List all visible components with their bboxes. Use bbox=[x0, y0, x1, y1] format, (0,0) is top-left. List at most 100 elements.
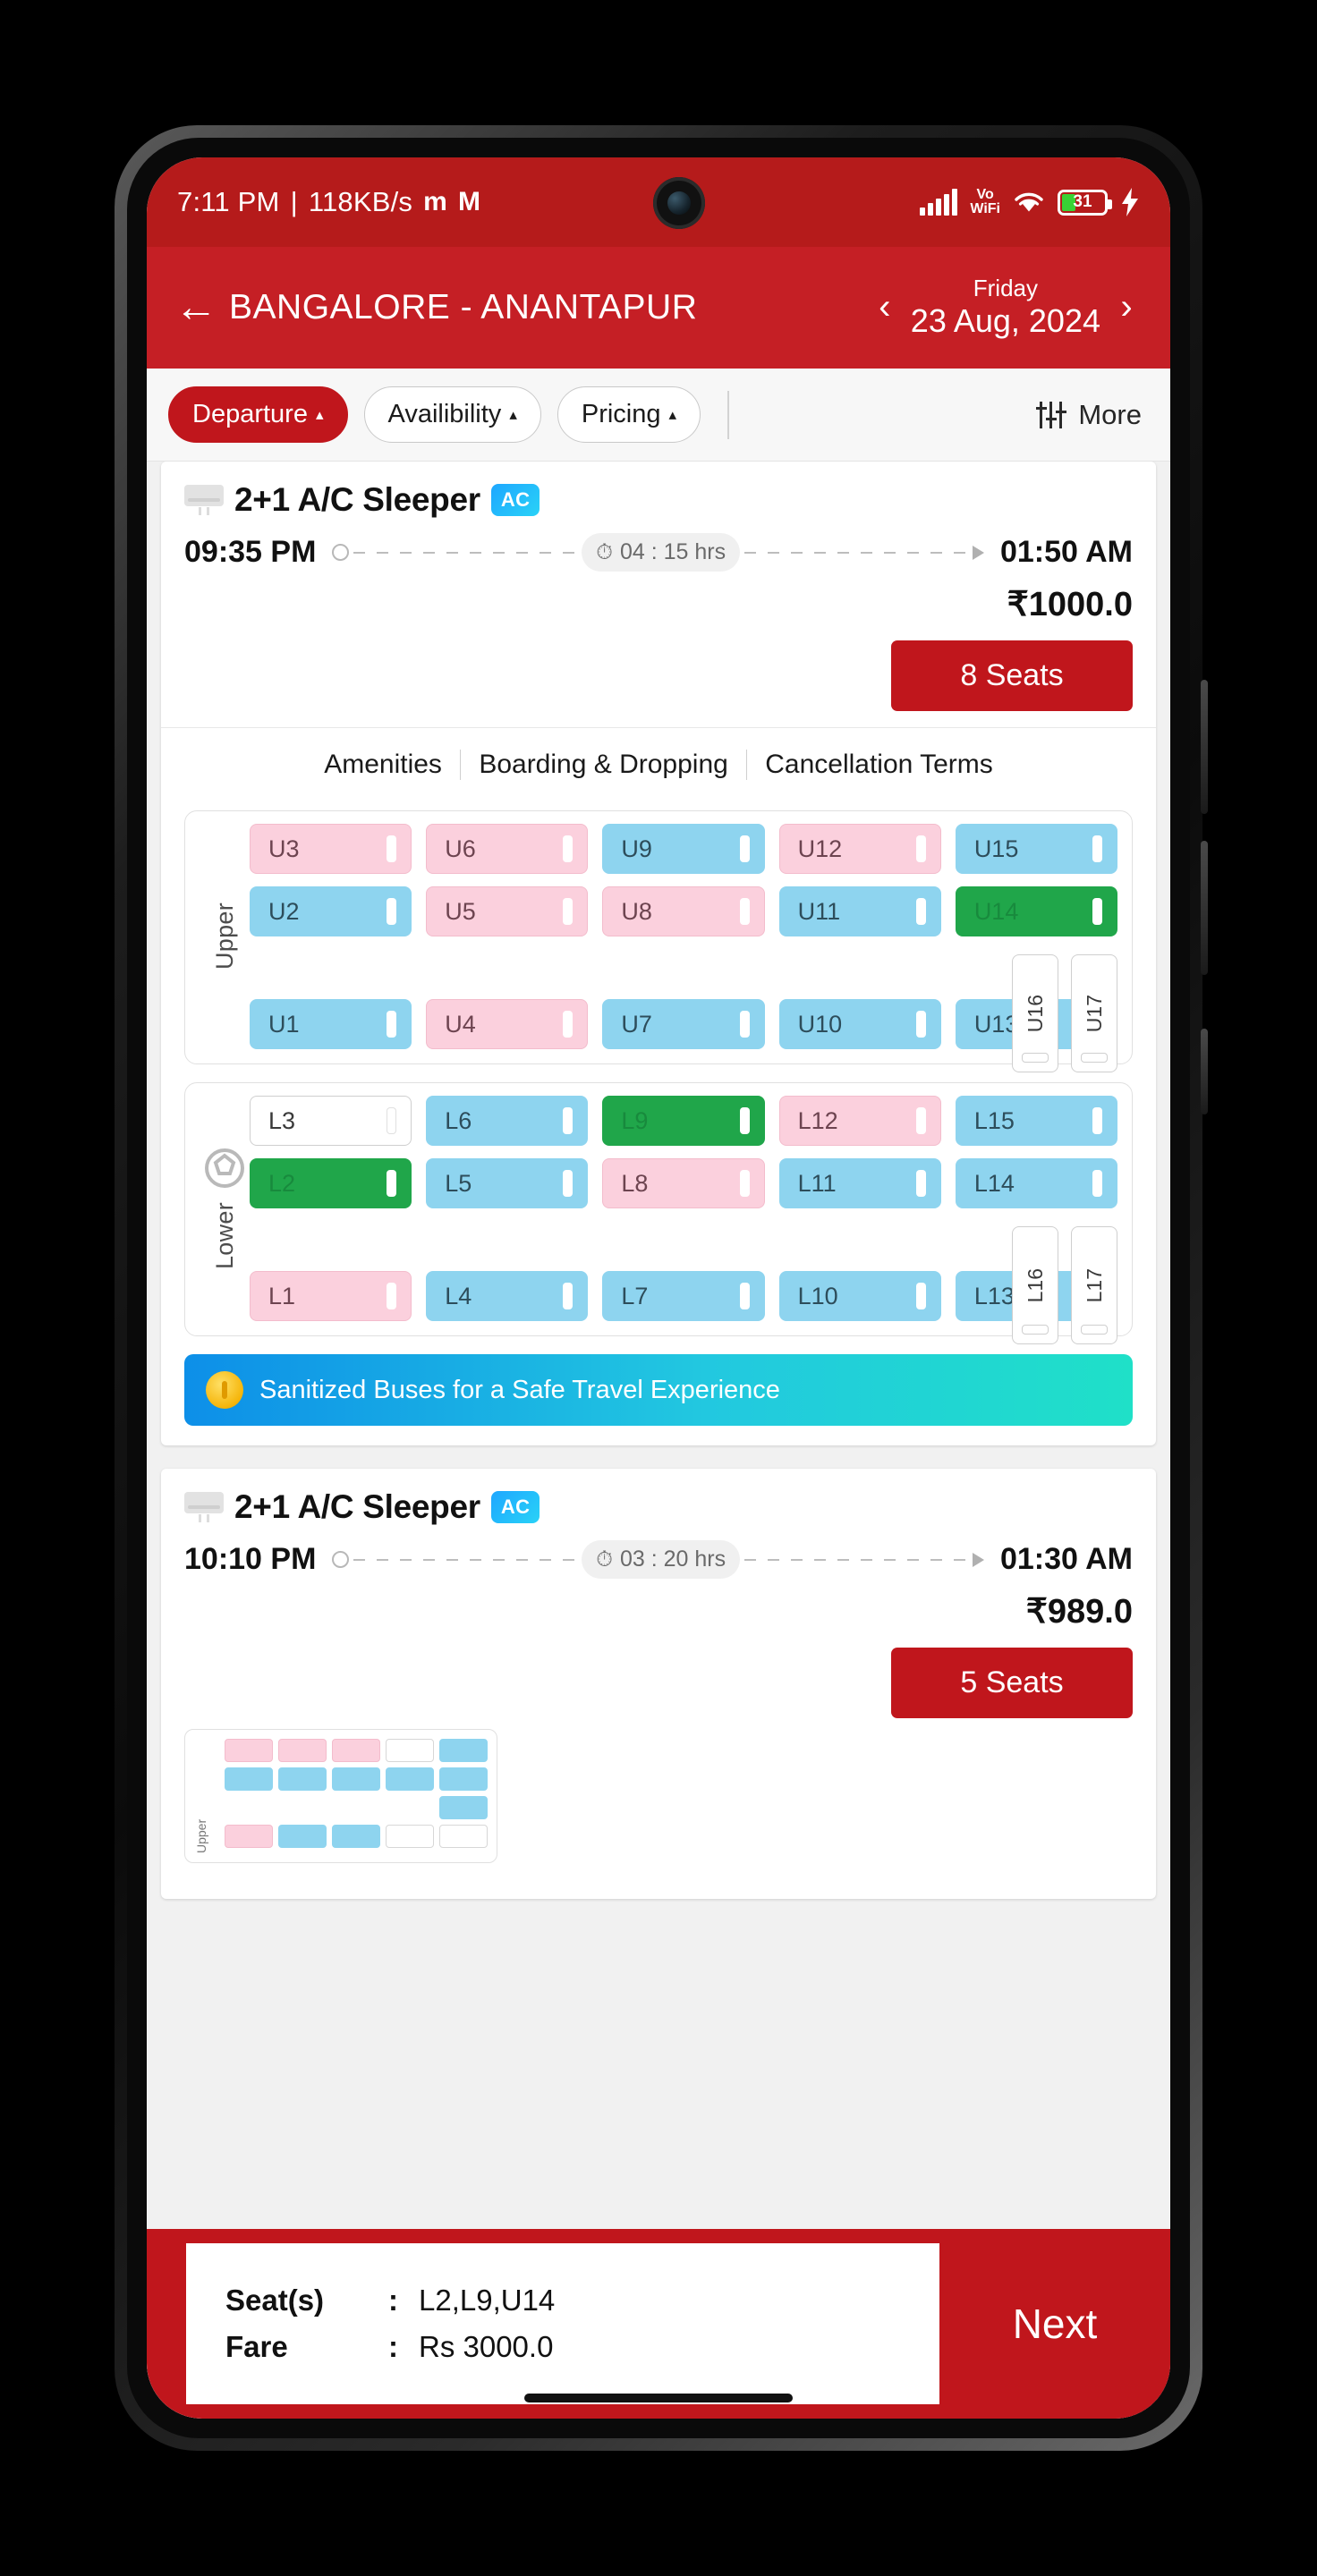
filter-bar: Departure ▴ Availibility ▴ Pricing ▴ Mor… bbox=[147, 369, 1170, 462]
volte-line1: Vo bbox=[976, 187, 994, 203]
seat-U17[interactable]: U17 bbox=[1071, 954, 1117, 1072]
seat-L14[interactable]: L14 bbox=[955, 1158, 1118, 1208]
tab-amenities[interactable]: Amenities bbox=[306, 750, 460, 780]
seat-U6[interactable]: U6 bbox=[426, 824, 589, 874]
seat-row: U1 U4 U7 U10 U13 bbox=[250, 999, 1118, 1049]
seat-L3[interactable]: L3 bbox=[250, 1096, 412, 1146]
seat-label: U3 bbox=[268, 835, 300, 862]
next-day-button[interactable]: › bbox=[1106, 287, 1147, 327]
seat-label: U7 bbox=[621, 1010, 652, 1038]
seat-label: L2 bbox=[268, 1169, 296, 1197]
origin-dot-icon bbox=[332, 544, 350, 561]
filter-chip-departure[interactable]: Departure ▴ bbox=[168, 386, 348, 443]
ac-unit-icon bbox=[184, 485, 224, 515]
volte-line2: WiFi bbox=[970, 201, 1000, 216]
seat-U11[interactable]: U11 bbox=[778, 886, 941, 936]
lower-deck-seatmap[interactable]: Lower L3 L6 L9 L12 L15 L2 L5 L8 L11 L14 … bbox=[184, 1082, 1133, 1344]
seat-U14[interactable]: U14 bbox=[955, 886, 1118, 936]
mini-upper-label: Upper bbox=[194, 1818, 208, 1853]
steering-wheel-icon bbox=[205, 1148, 244, 1189]
date-selector: ‹ Friday 23 Aug, 2024 › bbox=[864, 275, 1147, 340]
seat-U12[interactable]: U12 bbox=[778, 824, 941, 874]
seat-label: L1 bbox=[268, 1282, 296, 1309]
seat-L6[interactable]: L6 bbox=[426, 1096, 589, 1146]
next-button[interactable]: Next bbox=[939, 2229, 1170, 2419]
seat-U4[interactable]: U4 bbox=[426, 999, 589, 1049]
seat-U10[interactable]: U10 bbox=[778, 999, 941, 1049]
journey-dashes-left bbox=[353, 551, 578, 554]
volume-up-button[interactable] bbox=[1201, 680, 1208, 814]
charging-bolt-icon bbox=[1122, 188, 1138, 216]
volume-down-button[interactable] bbox=[1201, 841, 1208, 975]
more-filters-button[interactable]: More bbox=[1036, 399, 1149, 431]
seat-L8[interactable]: L8 bbox=[602, 1158, 765, 1208]
seat-L17[interactable]: L17 bbox=[1071, 1226, 1117, 1344]
seats-available-button[interactable]: 8 Seats bbox=[891, 640, 1133, 711]
seat-L5[interactable]: L5 bbox=[426, 1158, 589, 1208]
bus-list-scroll-area[interactable]: 2+1 A/C Sleeper AC 09:35 PM ⏱ 04 : 15 hr… bbox=[147, 462, 1170, 2419]
tab-boarding-dropping[interactable]: Boarding & Dropping bbox=[461, 750, 746, 780]
seat-row: L3 L6 L9 L12 L15 bbox=[250, 1096, 1118, 1146]
sliders-icon bbox=[1036, 401, 1067, 428]
upper-rear-seats: U16 U17 bbox=[1012, 954, 1117, 1072]
seat-L1[interactable]: L1 bbox=[250, 1271, 412, 1321]
seat-U8[interactable]: U8 bbox=[602, 886, 765, 936]
seat-U3[interactable]: U3 bbox=[250, 824, 412, 874]
power-button[interactable] bbox=[1201, 1029, 1208, 1114]
seats-available-button[interactable]: 5 Seats bbox=[891, 1648, 1133, 1718]
duration-label: 04 : 15 hrs bbox=[619, 539, 726, 564]
home-indicator[interactable] bbox=[524, 2394, 793, 2402]
filter-chip-availability[interactable]: Availibility ▴ bbox=[363, 386, 541, 443]
journey-time-row: 09:35 PM ⏱ 04 : 15 hrs 01:50 AM bbox=[184, 533, 1133, 572]
caret-up-icon: ▴ bbox=[315, 406, 324, 423]
seat-L9[interactable]: L9 bbox=[602, 1096, 765, 1146]
seat-L15[interactable]: L15 bbox=[955, 1096, 1118, 1146]
seat-U7[interactable]: U7 bbox=[602, 999, 765, 1049]
seat-U15[interactable]: U15 bbox=[955, 824, 1118, 874]
seat-row: L2 L5 L8 L11 L14 bbox=[250, 1158, 1118, 1208]
selected-seats-row: Seat(s) : L2,L9,U14 bbox=[225, 2284, 939, 2318]
seat-U9[interactable]: U9 bbox=[602, 824, 765, 874]
seat-L4[interactable]: L4 bbox=[426, 1271, 589, 1321]
upper-deck-seatmap[interactable]: Upper U3 U6 U9 U12 U15 U2 U5 U8 U11 U14 … bbox=[184, 810, 1133, 1072]
seat-label: U5 bbox=[445, 897, 476, 925]
seat-label: U10 bbox=[797, 1010, 843, 1038]
bus-card[interactable]: 2+1 A/C Sleeper AC 09:35 PM ⏱ 04 : 15 hr… bbox=[161, 462, 1156, 1445]
back-arrow-icon[interactable]: ← bbox=[163, 275, 229, 341]
seat-L2[interactable]: L2 bbox=[250, 1158, 412, 1208]
status-bar-right: Vo WiFi 31 bbox=[920, 188, 1140, 216]
seat-label: L3 bbox=[268, 1106, 296, 1134]
seat-label: U1 bbox=[268, 1010, 300, 1038]
filter-chip-pricing[interactable]: Pricing ▴ bbox=[557, 386, 701, 443]
seat-U2[interactable]: U2 bbox=[250, 886, 412, 936]
filter-chip-pricing-label: Pricing bbox=[581, 400, 661, 428]
seat-L10[interactable]: L10 bbox=[778, 1271, 941, 1321]
filter-divider bbox=[727, 390, 729, 439]
seat-L16[interactable]: L16 bbox=[1012, 1226, 1058, 1344]
bus-card[interactable]: 2+1 A/C Sleeper AC 10:10 PM ⏱ 03 : 20 hr… bbox=[161, 1469, 1156, 1899]
seat-label: U17 bbox=[1082, 994, 1106, 1033]
tab-cancellation-terms[interactable]: Cancellation Terms bbox=[747, 750, 1011, 780]
seat-label: L5 bbox=[445, 1169, 472, 1197]
seat-label: L7 bbox=[621, 1282, 649, 1309]
seat-L11[interactable]: L11 bbox=[778, 1158, 941, 1208]
mini-seat-grid bbox=[225, 1739, 488, 1853]
signal-bars-icon bbox=[920, 189, 958, 216]
arrow-head-icon bbox=[972, 545, 984, 560]
seat-row: L1 L4 L7 L10 L13 bbox=[250, 1271, 1118, 1321]
status-network-speed: 118KB/s bbox=[308, 186, 413, 217]
arrow-head-icon bbox=[972, 1552, 984, 1567]
seat-U5[interactable]: U5 bbox=[426, 886, 589, 936]
bus-2-mini-seatmap[interactable]: Upper bbox=[184, 1729, 497, 1863]
seat-label: L10 bbox=[797, 1282, 838, 1309]
prev-day-button[interactable]: ‹ bbox=[864, 287, 905, 327]
departure-time: 10:10 PM bbox=[184, 1542, 317, 1576]
seat-U1[interactable]: U1 bbox=[250, 999, 412, 1049]
seat-U16[interactable]: U16 bbox=[1012, 954, 1058, 1072]
medal-icon bbox=[206, 1371, 243, 1409]
seat-label: L12 bbox=[797, 1106, 838, 1134]
seat-L12[interactable]: L12 bbox=[778, 1096, 941, 1146]
battery-percent-label: 31 bbox=[1073, 192, 1092, 211]
notification-app-icon-1: m bbox=[423, 187, 447, 216]
seat-L7[interactable]: L7 bbox=[602, 1271, 765, 1321]
